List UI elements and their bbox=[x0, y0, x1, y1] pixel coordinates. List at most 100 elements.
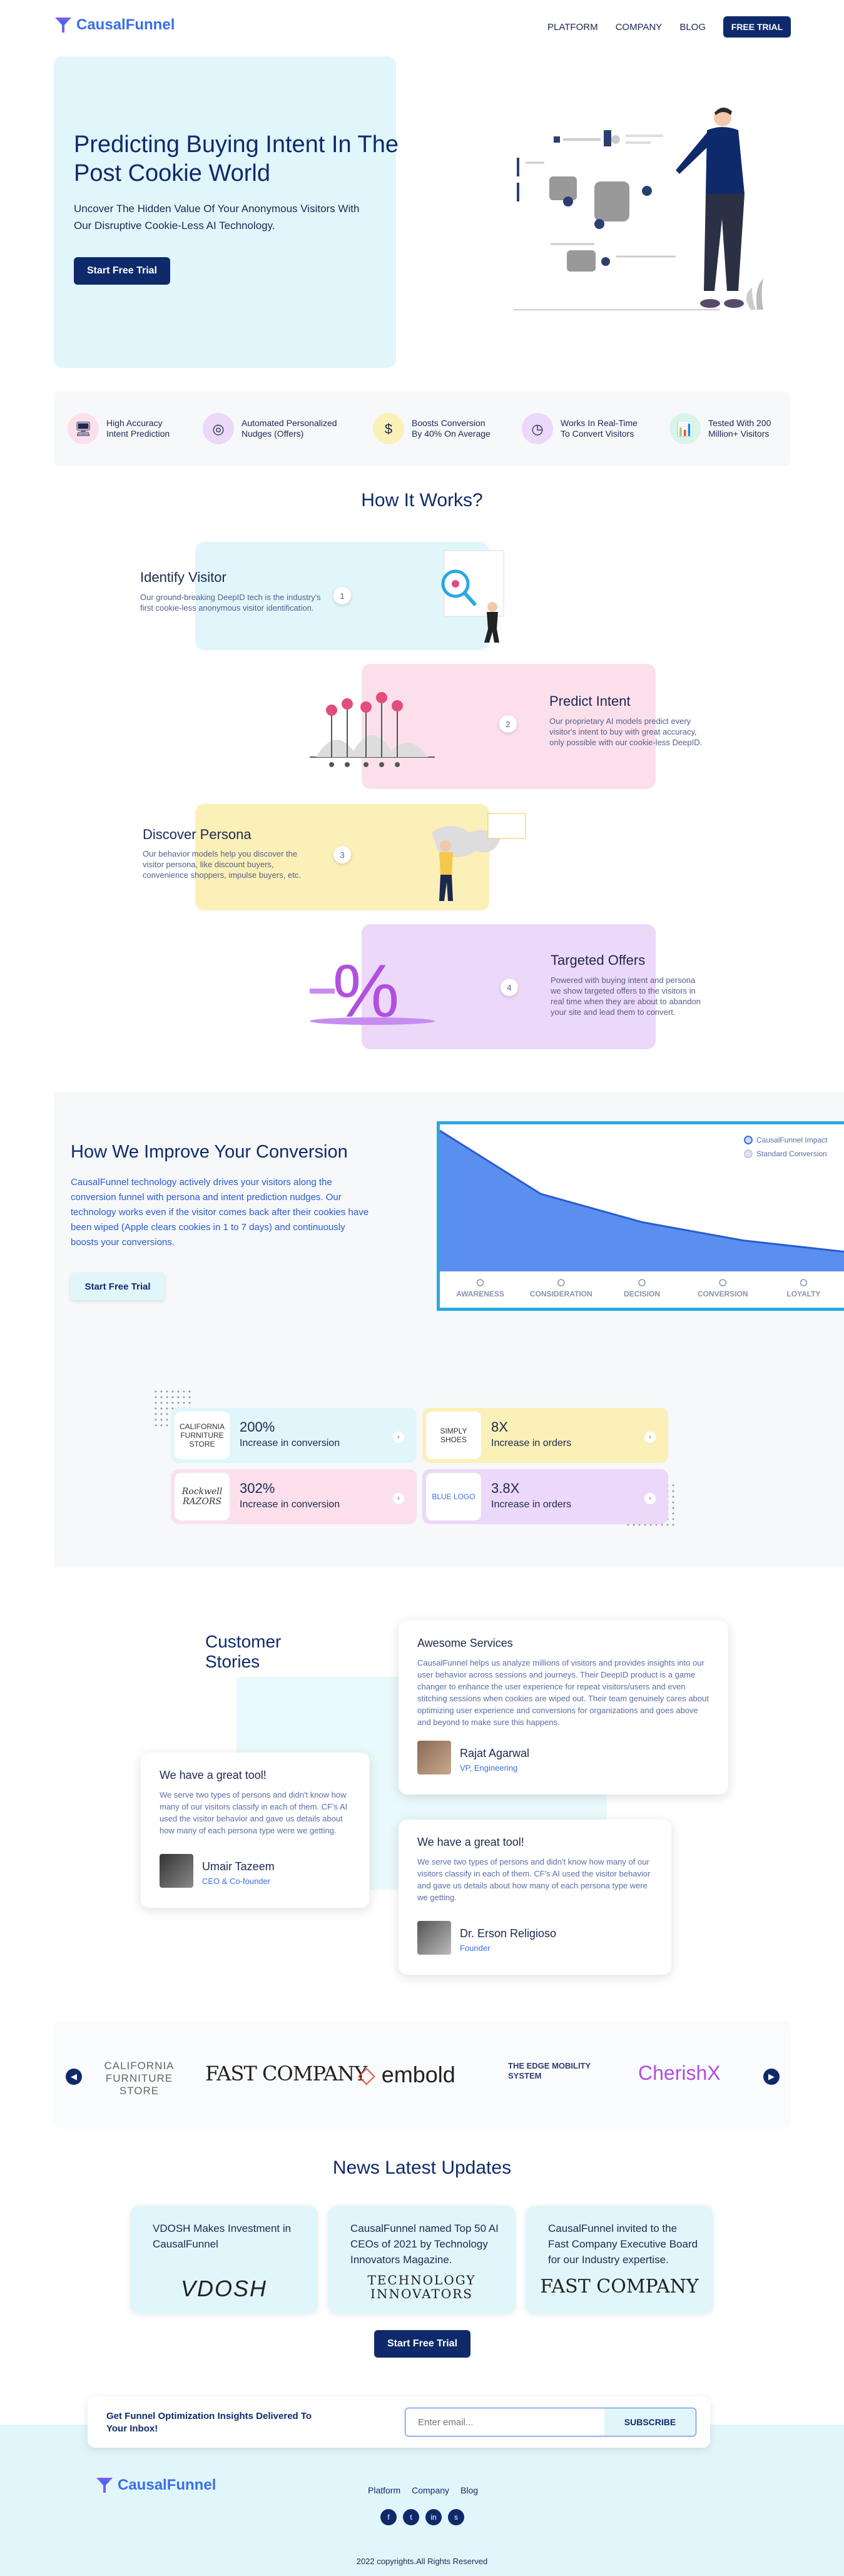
free-trial-button[interactable]: FREE TRIAL bbox=[723, 16, 791, 38]
embold-icon: ◇ bbox=[358, 2062, 375, 2087]
dot bbox=[672, 1484, 674, 1487]
feature-item: 📊 Tested With 200 Million+ Visitors bbox=[669, 413, 777, 444]
dot bbox=[188, 1390, 191, 1393]
chevron-right-icon[interactable]: › bbox=[644, 1432, 656, 1443]
dot bbox=[666, 1524, 669, 1526]
dot bbox=[160, 1418, 163, 1421]
improve-title: How We Improve Your Conversion bbox=[71, 1142, 348, 1162]
feature-item: ◷ Works In Real-Time To Convert Visitors bbox=[522, 413, 642, 444]
dot bbox=[672, 1495, 674, 1498]
dot bbox=[155, 1418, 157, 1421]
carousel-next-button[interactable]: ▶ bbox=[763, 2069, 780, 2085]
logo-text: CausalFunnel bbox=[76, 16, 175, 33]
case-label: Increase in orders bbox=[491, 1499, 572, 1510]
case-card[interactable]: SIMPLY SHOES 8X Increase in orders › bbox=[422, 1408, 668, 1463]
news-logo: TECHNOLOGY INNOVATORS bbox=[367, 2273, 476, 2301]
case-label: Increase in orders bbox=[491, 1438, 572, 1448]
dot bbox=[672, 1490, 674, 1492]
subscribe-form: SUBSCRIBE bbox=[405, 2408, 696, 2436]
dot bbox=[160, 1407, 163, 1410]
nav-item-blog[interactable]: BLOG bbox=[679, 22, 706, 33]
subscribe-button[interactable]: SUBSCRIBE bbox=[604, 2408, 696, 2436]
dot bbox=[166, 1424, 168, 1427]
funnel-chart: AWARENESS CONSIDERATION DECISION CONVERSION… bbox=[437, 1121, 844, 1311]
dot bbox=[160, 1402, 163, 1404]
brand-logo: FAST COMPANY bbox=[205, 2062, 367, 2085]
subscribe-text: Get Funnel Optimization Insights Deliver… bbox=[106, 2411, 312, 2434]
case-card[interactable]: Rockwell RAZORS 302% Increase in convers… bbox=[171, 1469, 417, 1524]
logo-icon bbox=[55, 18, 71, 33]
case-logo: BLUE LOGO bbox=[426, 1473, 481, 1520]
step-title: Identify Visitor bbox=[140, 569, 226, 585]
tick-label: LOYALTY bbox=[786, 1290, 820, 1298]
case-logo: CALIFORNIA FURNITURE STORE bbox=[175, 1412, 230, 1459]
twitter-icon[interactable]: t bbox=[403, 2509, 419, 2525]
news-card[interactable]: VDOSH Makes Investment in CausalFunnel V… bbox=[130, 2206, 318, 2314]
nav-item-platform[interactable]: PLATFORM bbox=[547, 22, 598, 33]
improve-start-trial-button[interactable]: Start Free Trial bbox=[71, 1273, 165, 1300]
tick-label: CONSIDERATION bbox=[530, 1290, 592, 1298]
linkedin-icon[interactable]: in bbox=[425, 2509, 442, 2525]
legend-swatch-standard bbox=[744, 1149, 753, 1158]
avatar bbox=[417, 1741, 451, 1774]
dot bbox=[183, 1390, 185, 1393]
news-text: CausalFunnel named Top 50 AI CEOs of 202… bbox=[350, 2222, 499, 2266]
clock-icon: ◷ bbox=[522, 413, 553, 444]
legend-swatch-impact bbox=[744, 1136, 753, 1144]
dot bbox=[672, 1507, 674, 1509]
dot bbox=[166, 1407, 168, 1410]
hero-start-trial-button[interactable]: Start Free Trial bbox=[74, 257, 170, 285]
email-input[interactable] bbox=[405, 2408, 604, 2436]
news-start-trial-button[interactable]: Start Free Trial bbox=[374, 2330, 470, 2358]
targeted-offers-illustration: % bbox=[310, 949, 435, 1032]
footer-link-blog[interactable]: Blog bbox=[460, 2485, 478, 2495]
case-card[interactable]: BLUE LOGO 3.8X Increase in orders › bbox=[422, 1469, 668, 1524]
dot bbox=[155, 1390, 157, 1393]
dot bbox=[166, 1418, 168, 1421]
news-card[interactable]: CausalFunnel named Top 50 AI CEOs of 202… bbox=[328, 2206, 516, 2314]
chevron-right-icon[interactable]: › bbox=[393, 1432, 404, 1443]
dot bbox=[672, 1518, 674, 1520]
case-card[interactable]: CALIFORNIA FURNITURE STORE 200% Increase… bbox=[171, 1408, 417, 1463]
brand-logo: CALIFORNIA FURNITURE STORE bbox=[104, 2060, 175, 2097]
avatar bbox=[417, 1921, 451, 1955]
nav-links: PLATFORM COMPANY BLOG FREE TRIAL bbox=[547, 16, 791, 38]
dot bbox=[166, 1390, 168, 1393]
feature-label: High Accuracy Intent Prediction bbox=[106, 418, 170, 439]
testimonial-name: Rajat Agarwal bbox=[460, 1747, 530, 1759]
logo-icon bbox=[96, 2478, 113, 2493]
chevron-right-icon[interactable]: › bbox=[393, 1493, 404, 1504]
chart-icon: 📊 bbox=[669, 413, 701, 444]
footer-link-company[interactable]: Company bbox=[412, 2485, 449, 2495]
nav-item-company[interactable]: COMPANY bbox=[616, 22, 663, 33]
social-links: f t in s bbox=[380, 2509, 464, 2525]
skype-icon[interactable]: s bbox=[448, 2509, 464, 2525]
chevron-right-icon[interactable]: › bbox=[644, 1493, 656, 1504]
improve-text: CausalFunnel technology actively drives … bbox=[71, 1177, 369, 1248]
dot bbox=[155, 1402, 157, 1404]
testimonial-card: Awesome Services CausalFunnel helps us a… bbox=[399, 1621, 728, 1795]
news-card[interactable]: CausalFunnel invited to the Fast Company… bbox=[526, 2206, 713, 2314]
hero-illustration bbox=[513, 107, 763, 310]
dot bbox=[155, 1396, 157, 1398]
carousel-prev-button[interactable]: ◀ bbox=[66, 2069, 82, 2085]
feature-item: $ Boosts Conversion By 40% On Average bbox=[373, 413, 493, 444]
avatar bbox=[160, 1854, 193, 1888]
step-text: Our behavior models help you discover th… bbox=[143, 849, 301, 880]
logo[interactable]: CausalFunnel bbox=[54, 16, 175, 34]
testimonial-title: Awesome Services bbox=[417, 1637, 513, 1649]
footer-link-platform[interactable]: Platform bbox=[368, 2485, 400, 2495]
news-text: VDOSH Makes Investment in CausalFunnel bbox=[153, 2222, 292, 2250]
testimonial-name: Umair Tazeem bbox=[202, 1860, 275, 1873]
testimonial-title: We have a great tool! bbox=[417, 1836, 524, 1848]
dot bbox=[166, 1402, 168, 1404]
hero-title: Predicting Buying Intent In The Post Coo… bbox=[74, 131, 399, 186]
testimonial-text: We serve two types of persons and didn't… bbox=[417, 1857, 651, 1902]
dot bbox=[177, 1396, 180, 1398]
testimonial-role: CEO & Co-founder bbox=[202, 1876, 271, 1886]
stories-title: Customer Stories bbox=[205, 1632, 282, 1671]
footer-logo[interactable]: CausalFunnel bbox=[95, 2477, 216, 2494]
case-value: 8X bbox=[491, 1419, 508, 1435]
facebook-icon[interactable]: f bbox=[380, 2509, 397, 2525]
feature-label: Automated Personalized Nudges (Offers) bbox=[242, 418, 337, 439]
